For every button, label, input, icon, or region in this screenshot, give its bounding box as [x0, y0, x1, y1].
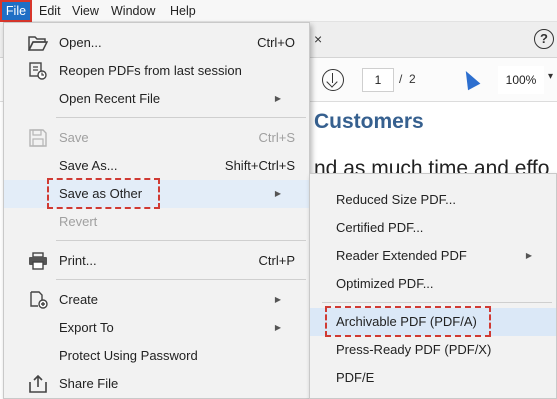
- menu-item-print[interactable]: Print... Ctrl+P: [4, 247, 309, 275]
- printer-icon: [28, 252, 48, 270]
- menu-item-label: Share File: [59, 376, 119, 391]
- share-icon: [28, 375, 48, 393]
- menu-item-label: Revert: [59, 214, 98, 229]
- menu-item-label: Save As...: [59, 158, 118, 173]
- menu-item-label: Certified PDF...: [336, 220, 424, 235]
- help-icon[interactable]: ?: [534, 29, 554, 49]
- menu-edit[interactable]: Edit: [39, 0, 61, 22]
- menu-item-certified-pdf[interactable]: Certified PDF...: [310, 214, 556, 242]
- submenu-arrow-icon: ▶: [274, 94, 281, 103]
- menu-item-label: Save: [59, 130, 89, 145]
- annotation-highlight-box: [325, 306, 491, 337]
- menu-bar: File Edit View Window Help: [0, 0, 557, 22]
- menu-item-shortcut: Ctrl+O: [257, 35, 295, 50]
- save-as-other-submenu: Reduced Size PDF... Certified PDF... Rea…: [309, 173, 557, 399]
- menu-item-create[interactable]: Create ▶: [4, 286, 309, 314]
- menu-item-shortcut: Shift+Ctrl+S: [224, 158, 295, 173]
- menu-item-label: Reader Extended PDF: [336, 248, 467, 263]
- create-pdf-icon: [28, 291, 48, 309]
- menu-item-label: Press-Ready PDF (PDF/X): [336, 342, 492, 357]
- menu-item-export-to[interactable]: Export To ▶: [4, 314, 309, 342]
- menu-item-open-recent[interactable]: Open Recent File ▶: [4, 85, 309, 113]
- menu-file[interactable]: File: [0, 0, 32, 22]
- next-page-download-icon[interactable]: [322, 69, 344, 91]
- menu-item-save-as[interactable]: Save As... Shift+Ctrl+S: [4, 152, 309, 180]
- menu-item-label: Optimized PDF...: [336, 276, 434, 291]
- menu-item-reopen-pdfs[interactable]: Reopen PDFs from last session: [4, 57, 309, 85]
- menu-item-pdf-e[interactable]: PDF/E: [310, 364, 556, 392]
- menu-item-optimized-pdf[interactable]: Optimized PDF...: [310, 270, 556, 298]
- menu-item-shortcut: Ctrl+S: [258, 130, 295, 145]
- submenu-arrow-icon: ▶: [525, 251, 532, 260]
- menu-item-revert: Revert: [4, 208, 309, 236]
- menu-item-label: Reopen PDFs from last session: [59, 63, 242, 78]
- menu-item-open[interactable]: Open... Ctrl+O: [4, 29, 309, 57]
- menu-item-label: PDF/E: [336, 370, 375, 385]
- submenu-arrow-icon: ▶: [274, 323, 281, 332]
- menu-view[interactable]: View: [72, 0, 99, 22]
- submenu-arrow-icon: ▶: [274, 189, 281, 198]
- menu-separator: [56, 117, 306, 118]
- menu-item-label: Protect Using Password: [59, 348, 198, 363]
- menu-separator: [56, 279, 306, 280]
- menu-item-label: Create: [59, 292, 99, 307]
- menu-item-protect-password[interactable]: Protect Using Password: [4, 342, 309, 370]
- menu-item-label: Print...: [59, 253, 97, 268]
- menu-separator: [56, 240, 306, 241]
- document-heading: Customers: [314, 110, 424, 133]
- menu-window[interactable]: Window: [111, 0, 155, 22]
- menu-item-reader-extended-pdf[interactable]: Reader Extended PDF ▶: [310, 242, 556, 270]
- close-tab-icon[interactable]: ×: [314, 31, 322, 47]
- menu-item-label: Export To: [59, 320, 114, 335]
- menu-item-save: Save Ctrl+S: [4, 124, 309, 152]
- menu-help[interactable]: Help: [170, 0, 196, 22]
- menu-item-shortcut: Ctrl+P: [258, 253, 295, 268]
- zoom-level[interactable]: 100%: [498, 66, 544, 94]
- page-total: 2: [409, 72, 416, 86]
- folder-open-icon: [28, 34, 48, 52]
- file-menu: Open... Ctrl+O Reopen PDFs from last ses…: [3, 22, 310, 399]
- menu-item-share-file[interactable]: Share File: [4, 370, 309, 398]
- reopen-pdfs-icon: [28, 62, 48, 80]
- menu-item-reduced-size-pdf[interactable]: Reduced Size PDF...: [310, 186, 556, 214]
- annotation-highlight-box: [47, 178, 160, 209]
- menu-item-label: Reduced Size PDF...: [336, 192, 456, 207]
- menu-separator: [322, 302, 552, 303]
- page-number-input[interactable]: 1: [362, 68, 394, 92]
- save-disk-icon: [28, 129, 48, 147]
- menu-item-press-ready-pdf[interactable]: Press-Ready PDF (PDF/X): [310, 336, 556, 364]
- menu-item-label: Open Recent File: [59, 91, 161, 106]
- zoom-dropdown-icon[interactable]: ▾: [548, 71, 553, 82]
- submenu-arrow-icon: ▶: [274, 295, 281, 304]
- page-separator: /: [399, 72, 403, 86]
- menu-item-label: Open...: [59, 35, 102, 50]
